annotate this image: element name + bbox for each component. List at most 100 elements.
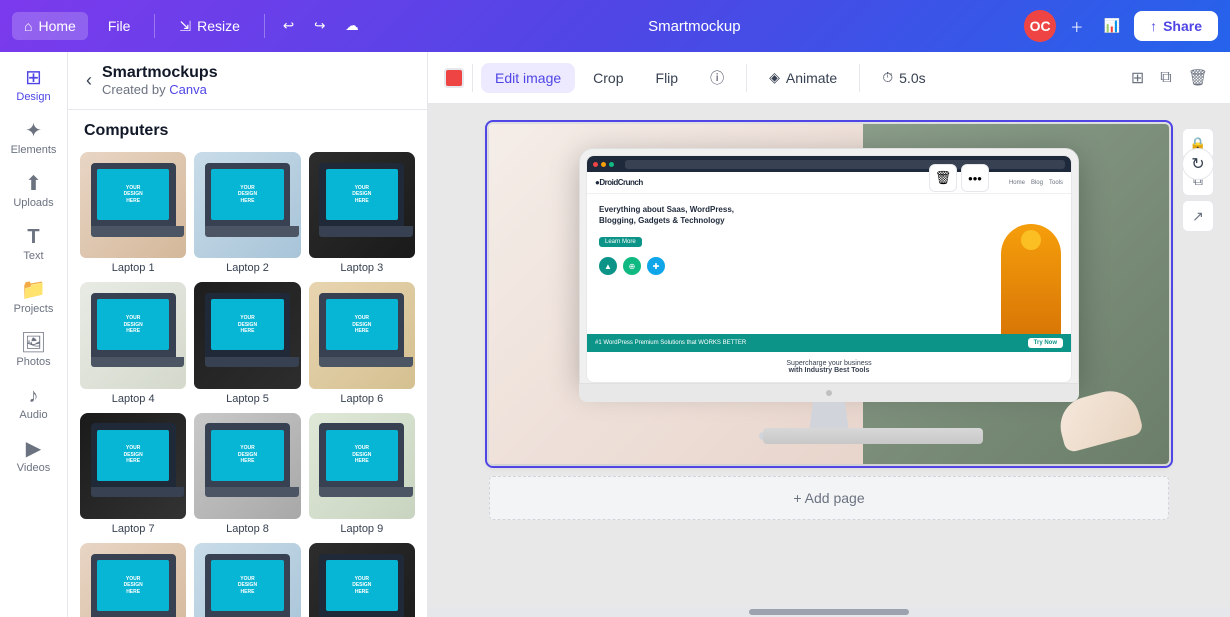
sidebar-item-uploads[interactable]: ⬆ Uploads: [4, 166, 64, 217]
brand-logo: ●DroidCrunch: [595, 178, 643, 187]
mockup-grid-item[interactable]: YOURDESIGNHERE Laptop 3: [309, 152, 415, 274]
flip-btn[interactable]: Flip: [642, 63, 693, 93]
elements-icon: ✦: [25, 121, 42, 141]
mockup-grid-item[interactable]: YOURDESIGNHERE Laptop 11: [194, 543, 300, 617]
sidebar-label-projects: Projects: [14, 303, 54, 315]
design-icon: ⊞: [25, 68, 42, 88]
mockup-grid-item[interactable]: YOURDESIGNHERE Laptop 1: [80, 152, 186, 274]
toolbar-right: ⊞ ⧉ 🗑: [1125, 62, 1214, 94]
grid-view-btn[interactable]: ⊞: [1125, 62, 1150, 94]
imac-monitor: ●DroidCrunch Home Blog Tools: [579, 148, 1079, 384]
icon-2: ⊕: [623, 257, 641, 275]
keyboard: [763, 428, 983, 444]
canvas-scroll[interactable]: ●DroidCrunch Home Blog Tools: [428, 104, 1230, 607]
website-header: ●DroidCrunch Home Blog Tools: [587, 172, 1071, 194]
sidebar: ⊞ Design ✦ Elements ⬆ Uploads T Text 📁 P…: [0, 52, 68, 617]
h-scrollbar[interactable]: [428, 607, 1230, 617]
nav-dot-yellow: [601, 162, 606, 167]
hero-img-col: [951, 194, 1071, 334]
nav-divider-2: [264, 14, 265, 38]
analytics-icon: 📊: [1103, 18, 1120, 34]
sidebar-label-videos: Videos: [17, 462, 50, 474]
sidebar-item-text[interactable]: T Text: [4, 219, 64, 270]
rotate-btn[interactable]: ↻: [1182, 148, 1214, 180]
bottom-text-2: with Industry Best Tools: [595, 367, 1063, 374]
undo-btn[interactable]: ↩: [277, 12, 300, 40]
info-btn[interactable]: ⓘ: [696, 61, 738, 95]
share-icon: ↑: [1150, 18, 1157, 34]
grid-item-label: Laptop 8: [226, 523, 269, 535]
mockup-grid-item[interactable]: YOURDESIGNHERE Laptop 7: [80, 413, 186, 535]
sidebar-item-audio[interactable]: ♪ Audio: [4, 378, 64, 429]
share-btn[interactable]: ↑ Share: [1134, 11, 1218, 41]
person-head: [1021, 230, 1041, 250]
mockup-grid-item[interactable]: YOURDESIGNHERE Laptop 10: [80, 543, 186, 617]
edit-image-btn[interactable]: Edit image: [481, 63, 575, 93]
delete-overlay-btn[interactable]: 🗑: [929, 164, 957, 192]
hero-headline: Everything about Saas, WordPress,Bloggin…: [599, 204, 939, 226]
user-avatar: OC: [1024, 10, 1056, 42]
canvas-side-tools: 🔒 ⧉ ↗: [1182, 128, 1214, 232]
imac-container: ●DroidCrunch Home Blog Tools: [579, 148, 1079, 440]
resize-label: Resize: [197, 18, 240, 34]
resize-nav-btn[interactable]: ⇲ Resize: [167, 12, 252, 41]
imac-screen: ●DroidCrunch Home Blog Tools: [586, 155, 1072, 383]
copy-btn[interactable]: ⧉: [1154, 63, 1177, 93]
mockup-grid-item[interactable]: YOURDESIGNHERE Laptop 2: [194, 152, 300, 274]
home-nav-btn[interactable]: ⌂ Home: [12, 12, 88, 40]
redo-btn[interactable]: ↪: [308, 12, 331, 40]
animate-btn[interactable]: ◈ Animate: [755, 62, 851, 93]
mockup-grid-item[interactable]: YOURDESIGNHERE Laptop 5: [194, 282, 300, 404]
add-page-bar[interactable]: + Add page: [489, 476, 1169, 520]
sidebar-label-design: Design: [16, 91, 50, 103]
sidebar-label-uploads: Uploads: [13, 197, 53, 209]
plus-icon: ＋: [1070, 17, 1083, 36]
panel-header: ‹ Smartmockups Created by Canva: [68, 52, 427, 110]
videos-icon: ▶: [26, 439, 41, 459]
delete-btn[interactable]: 🗑: [1182, 62, 1214, 94]
mockup-grid-item[interactable]: YOURDESIGNHERE Laptop 4: [80, 282, 186, 404]
more-overlay-btn[interactable]: •••: [961, 164, 989, 192]
doc-title: Smartmockup: [373, 18, 1017, 35]
duration-btn[interactable]: ⏱ 5.0s: [868, 62, 939, 93]
nav-dot-red: [593, 162, 598, 167]
export-btn[interactable]: ↗: [1182, 200, 1214, 232]
sidebar-item-projects[interactable]: 📁 Projects: [4, 272, 64, 323]
mockup-grid-item[interactable]: YOURDESIGNHERE Laptop 12: [309, 543, 415, 617]
add-btn[interactable]: ＋: [1064, 11, 1089, 42]
cloud-btn[interactable]: ☁: [339, 12, 364, 40]
toolbar-sep-1: [472, 64, 473, 92]
analytics-btn[interactable]: 📊: [1097, 12, 1126, 40]
projects-icon: 📁: [21, 280, 46, 300]
sidebar-item-videos[interactable]: ▶ Videos: [4, 431, 64, 482]
audio-icon: ♪: [29, 386, 39, 406]
uploads-icon: ⬆: [25, 174, 42, 194]
imac-chin: [579, 384, 1079, 402]
mockup-grid-item[interactable]: YOURDESIGNHERE Laptop 8: [194, 413, 300, 535]
resize-icon: ⇲: [179, 18, 191, 35]
grid-item-label: Laptop 5: [226, 393, 269, 405]
sidebar-item-elements[interactable]: ✦ Elements: [4, 113, 64, 164]
canvas-page: ●DroidCrunch Home Blog Tools: [489, 124, 1169, 464]
sidebar-item-photos[interactable]: 🖼 Photos: [4, 325, 64, 376]
panel: ‹ Smartmockups Created by Canva Computer…: [68, 52, 428, 617]
mockup-grid-item[interactable]: YOURDESIGNHERE Laptop 9: [309, 413, 415, 535]
h-scroll-thumb: [749, 609, 909, 615]
main-container: ⊞ Design ✦ Elements ⬆ Uploads T Text 📁 P…: [0, 52, 1230, 617]
sidebar-label-elements: Elements: [11, 144, 57, 156]
top-nav: ⌂ Home File ⇲ Resize ↩ ↪ ☁ Smartmockup O…: [0, 0, 1230, 52]
mockup-overlay-controls: 🗑 •••: [929, 164, 989, 192]
panel-subtitle-link[interactable]: Canva: [169, 82, 207, 97]
toolbar-sep-2: [746, 64, 747, 92]
animate-label: Animate: [786, 70, 837, 86]
panel-back-btn[interactable]: ‹: [84, 68, 94, 93]
mockup-grid-item[interactable]: YOURDESIGNHERE Laptop 6: [309, 282, 415, 404]
text-icon: T: [27, 227, 39, 247]
sidebar-item-design[interactable]: ⊞ Design: [4, 60, 64, 111]
website-nav: [587, 156, 1071, 172]
file-nav-btn[interactable]: File: [96, 12, 143, 40]
sidebar-label-audio: Audio: [19, 409, 47, 421]
crop-btn[interactable]: Crop: [579, 63, 637, 93]
website-hero-area: Everything about Saas, WordPress,Bloggin…: [587, 194, 1071, 334]
color-swatch[interactable]: [444, 68, 464, 88]
